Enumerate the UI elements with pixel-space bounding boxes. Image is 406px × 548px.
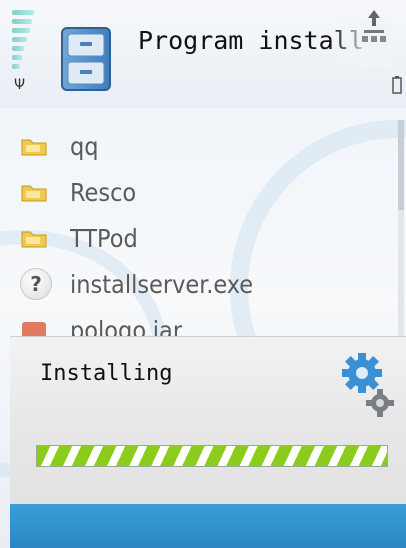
list-item-label: installserver.exe: [70, 270, 254, 299]
scrollbar-thumb[interactable]: [398, 120, 404, 210]
file-cabinet-icon: [61, 27, 111, 91]
unknown-file-icon: ?: [20, 268, 52, 300]
list-item[interactable]: qq: [0, 126, 400, 170]
list-item-label: qq: [70, 132, 99, 161]
dialog-message: Installing: [40, 361, 173, 386]
list-item[interactable]: ? installserver.exe: [0, 264, 400, 308]
folder-icon: [21, 185, 47, 202]
screen: Ψ Program install qq Resco TTPod ? insta…: [0, 0, 406, 548]
installing-dialog: Installing: [10, 336, 406, 505]
antenna-icon: Ψ: [14, 77, 26, 93]
list-item-label: Resco: [70, 178, 137, 207]
folder-icon: [21, 231, 47, 248]
list-item-label: TTPod: [70, 224, 138, 253]
gears-icon: [342, 353, 394, 417]
list-item[interactable]: Resco: [0, 172, 400, 216]
folder-icon: [21, 139, 47, 156]
progress-bar: [36, 445, 388, 467]
progress-bar-fill: [37, 446, 387, 466]
network-transfer-icon: [362, 10, 386, 42]
softkey-bar: [10, 504, 406, 548]
header: Ψ Program install: [0, 0, 406, 108]
list-item[interactable]: TTPod: [0, 218, 400, 262]
battery-icon: [392, 76, 402, 94]
